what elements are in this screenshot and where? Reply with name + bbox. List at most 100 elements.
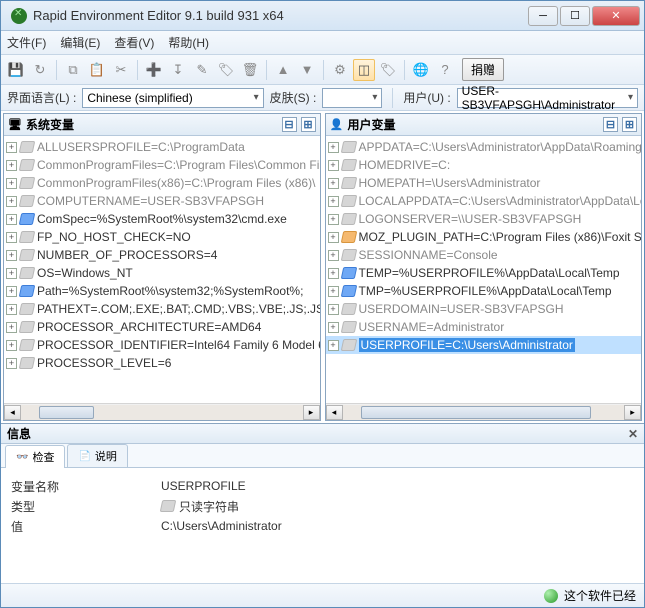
tag-icon bbox=[340, 303, 357, 315]
expander-icon[interactable]: + bbox=[6, 304, 17, 315]
donate-button[interactable]: 捐赠 bbox=[462, 58, 504, 81]
tree-row[interactable]: +LOGONSERVER=\\USER-SB3VFAPSGH bbox=[326, 210, 642, 228]
tb-help-icon[interactable]: ? bbox=[434, 59, 456, 81]
collapse-all-button[interactable]: ⊟ bbox=[603, 117, 618, 132]
tree-row[interactable]: +PROCESSOR_IDENTIFIER=Intel64 Family 6 M… bbox=[4, 336, 320, 354]
tb-paste-icon[interactable]: 📋 bbox=[86, 59, 108, 81]
tree-row[interactable]: +USERDOMAIN=USER-SB3VFAPSGH bbox=[326, 300, 642, 318]
expander-icon[interactable]: + bbox=[6, 196, 17, 207]
tree-row[interactable]: +APPDATA=C:\Users\Administrator\AppData\… bbox=[326, 138, 642, 156]
expander-icon[interactable]: + bbox=[6, 358, 17, 369]
tree-row[interactable]: +ComSpec=%SystemRoot%\system32\cmd.exe bbox=[4, 210, 320, 228]
tree-row[interactable]: +FP_NO_HOST_CHECK=NO bbox=[4, 228, 320, 246]
tb-refresh-icon[interactable]: ↻ bbox=[29, 59, 51, 81]
tree-row[interactable]: +TEMP=%USERPROFILE%\AppData\Local\Temp bbox=[326, 264, 642, 282]
titlebar[interactable]: Rapid Environment Editor 9.1 build 931 x… bbox=[1, 1, 644, 31]
tree-row[interactable]: +HOMEPATH=\Users\Administrator bbox=[326, 174, 642, 192]
expander-icon[interactable]: + bbox=[328, 232, 339, 243]
lang-combo[interactable]: Chinese (simplified) bbox=[82, 88, 263, 108]
expander-icon[interactable]: + bbox=[328, 160, 339, 171]
expander-icon[interactable]: + bbox=[6, 322, 17, 333]
tree-row[interactable]: +COMPUTERNAME=USER-SB3VFAPSGH bbox=[4, 192, 320, 210]
user-combo[interactable]: USER-SB3VFAPSGH\Administrator bbox=[457, 88, 638, 108]
tree-row[interactable]: +USERNAME=Administrator bbox=[326, 318, 642, 336]
expander-icon[interactable]: + bbox=[328, 196, 339, 207]
system-pane-header: 🖥 系统变量 ⊟ ⊞ bbox=[4, 114, 320, 136]
tree-row[interactable]: +HOMEDRIVE=C: bbox=[326, 156, 642, 174]
tb-cut-icon[interactable]: ✂ bbox=[110, 59, 132, 81]
menu-help[interactable]: 帮助(H) bbox=[168, 34, 209, 51]
expand-all-button[interactable]: ⊞ bbox=[301, 117, 316, 132]
expander-icon[interactable]: + bbox=[328, 268, 339, 279]
expander-icon[interactable]: + bbox=[328, 250, 339, 261]
user-hscroll[interactable]: ◂ ▸ bbox=[326, 403, 642, 420]
tb-delete-icon[interactable]: 🗑 bbox=[239, 59, 261, 81]
system-tree[interactable]: +ALLUSERSPROFILE=C:\ProgramData+CommonPr… bbox=[4, 136, 320, 403]
tree-row[interactable]: +NUMBER_OF_PROCESSORS=4 bbox=[4, 246, 320, 264]
expander-icon[interactable]: + bbox=[328, 304, 339, 315]
tree-row[interactable]: +LOCALAPPDATA=C:\Users\Administrator\App… bbox=[326, 192, 642, 210]
menu-file[interactable]: 文件(F) bbox=[7, 34, 46, 51]
tb-panels-icon[interactable]: ◫ bbox=[353, 59, 375, 81]
expand-all-button[interactable]: ⊞ bbox=[622, 117, 637, 132]
tb-gear-icon[interactable]: ⚙ bbox=[329, 59, 351, 81]
menu-view[interactable]: 查看(V) bbox=[114, 34, 154, 51]
tree-row[interactable]: +PROCESSOR_ARCHITECTURE=AMD64 bbox=[4, 318, 320, 336]
expander-icon[interactable]: + bbox=[328, 178, 339, 189]
expander-icon[interactable]: + bbox=[328, 214, 339, 225]
tree-row[interactable]: +PATHEXT=.COM;.EXE;.BAT;.CMD;.VBS;.VBE;.… bbox=[4, 300, 320, 318]
expander-icon[interactable]: + bbox=[6, 340, 17, 351]
expander-icon[interactable]: + bbox=[328, 322, 339, 333]
scroll-thumb[interactable] bbox=[361, 406, 591, 419]
tb-save-icon[interactable]: 💾 bbox=[5, 59, 27, 81]
tab-check[interactable]: 👓检查 bbox=[5, 445, 65, 468]
tb-web-icon[interactable]: 🌐 bbox=[410, 59, 432, 81]
scroll-right-button[interactable]: ▸ bbox=[624, 405, 641, 420]
skin-combo[interactable] bbox=[322, 88, 382, 108]
scroll-thumb[interactable] bbox=[39, 406, 94, 419]
maximize-button[interactable]: ☐ bbox=[560, 6, 590, 26]
tree-row[interactable]: +MOZ_PLUGIN_PATH=C:\Program Files (x86)\… bbox=[326, 228, 642, 246]
tb-insert-icon[interactable]: ↧ bbox=[167, 59, 189, 81]
expander-icon[interactable]: + bbox=[6, 214, 17, 225]
tb-label-icon[interactable]: 🏷 bbox=[377, 59, 399, 81]
tb-add-icon[interactable]: ➕ bbox=[143, 59, 165, 81]
tree-row[interactable]: +CommonProgramFiles=C:\Program Files\Com… bbox=[4, 156, 320, 174]
tb-copy-icon[interactable]: ⧉ bbox=[62, 59, 84, 81]
expander-icon[interactable]: + bbox=[6, 286, 17, 297]
close-button[interactable]: ✕ bbox=[592, 6, 640, 26]
tree-row[interactable]: +TMP=%USERPROFILE%\AppData\Local\Temp bbox=[326, 282, 642, 300]
tree-row[interactable]: +ALLUSERSPROFILE=C:\ProgramData bbox=[4, 138, 320, 156]
scroll-track[interactable] bbox=[21, 405, 303, 420]
tab-desc[interactable]: 📄说明 bbox=[67, 444, 127, 467]
collapse-all-button[interactable]: ⊟ bbox=[282, 117, 297, 132]
menu-edit[interactable]: 编辑(E) bbox=[60, 34, 100, 51]
tree-row[interactable]: +OS=Windows_NT bbox=[4, 264, 320, 282]
expander-icon[interactable]: + bbox=[6, 142, 17, 153]
tree-row[interactable]: +CommonProgramFiles(x86)=C:\Program File… bbox=[4, 174, 320, 192]
scroll-left-button[interactable]: ◂ bbox=[4, 405, 21, 420]
tree-row[interactable]: +Path=%SystemRoot%\system32;%SystemRoot%… bbox=[4, 282, 320, 300]
scroll-track[interactable] bbox=[343, 405, 625, 420]
expander-icon[interactable]: + bbox=[6, 250, 17, 261]
info-close-button[interactable]: ✕ bbox=[628, 427, 638, 441]
tb-down-icon[interactable]: ▼ bbox=[296, 59, 318, 81]
scroll-left-button[interactable]: ◂ bbox=[326, 405, 343, 420]
tree-row[interactable]: +SESSIONNAME=Console bbox=[326, 246, 642, 264]
scroll-right-button[interactable]: ▸ bbox=[303, 405, 320, 420]
expander-icon[interactable]: + bbox=[6, 160, 17, 171]
expander-icon[interactable]: + bbox=[328, 340, 339, 351]
tb-tag-icon[interactable]: 🏷 bbox=[215, 59, 237, 81]
system-hscroll[interactable]: ◂ ▸ bbox=[4, 403, 320, 420]
user-tree[interactable]: +APPDATA=C:\Users\Administrator\AppData\… bbox=[326, 136, 642, 403]
expander-icon[interactable]: + bbox=[6, 232, 17, 243]
expander-icon[interactable]: + bbox=[6, 178, 17, 189]
tree-row[interactable]: +PROCESSOR_LEVEL=6 bbox=[4, 354, 320, 372]
tb-up-icon[interactable]: ▲ bbox=[272, 59, 294, 81]
expander-icon[interactable]: + bbox=[328, 142, 339, 153]
expander-icon[interactable]: + bbox=[328, 286, 339, 297]
expander-icon[interactable]: + bbox=[6, 268, 17, 279]
tree-row[interactable]: +USERPROFILE=C:\Users\Administrator bbox=[326, 336, 642, 354]
tb-edit-icon[interactable]: ✎ bbox=[191, 59, 213, 81]
minimize-button[interactable]: ─ bbox=[528, 6, 558, 26]
